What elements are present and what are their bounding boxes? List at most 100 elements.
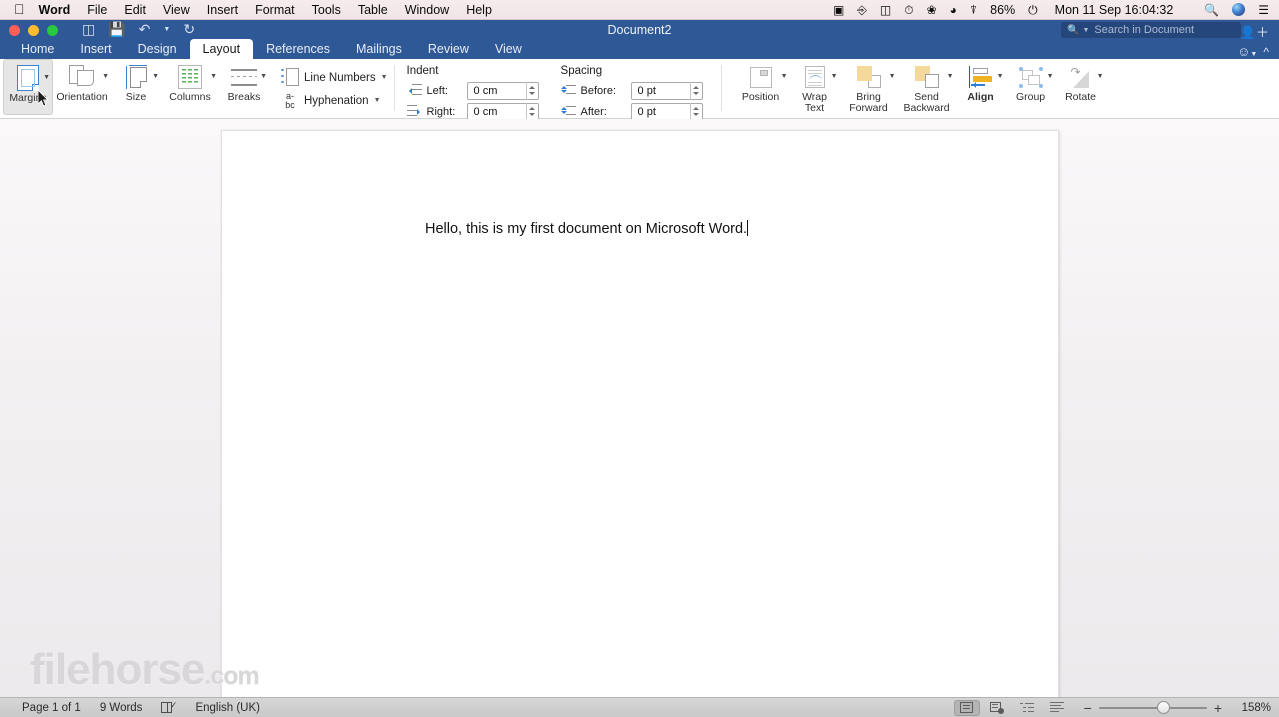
rotate-caret-icon[interactable]: ▼ — [1097, 73, 1104, 80]
spacing-before-value[interactable]: 0 pt — [632, 85, 690, 97]
tab-mailings[interactable]: Mailings — [343, 39, 415, 59]
zoom-out-button[interactable]: − — [1084, 701, 1092, 715]
indent-right-value[interactable]: 0 cm — [468, 106, 526, 118]
rotate-button[interactable]: ↷ Rotate ▼ — [1056, 59, 1106, 115]
hyphenation-caret-icon[interactable]: ▼ — [374, 97, 381, 104]
proofing-check-icon[interactable]: ✓ — [161, 700, 177, 714]
zoom-percentage[interactable]: 158% — [1233, 702, 1271, 714]
margins-caret-icon[interactable]: ▼ — [43, 74, 50, 81]
group-caret-icon[interactable]: ▼ — [1047, 73, 1054, 80]
line-numbers-button[interactable]: Line Numbers ▼ — [281, 67, 388, 88]
outline-view-button[interactable] — [1014, 700, 1040, 716]
zoom-slider[interactable] — [1098, 701, 1207, 715]
page-indicator[interactable]: Page 1 of 1 — [22, 702, 81, 714]
menu-item-tools[interactable]: Tools — [312, 3, 341, 17]
position-button[interactable]: Position ▼ — [732, 59, 790, 115]
search-input[interactable]: 🔍 ▼ Search in Document — [1061, 22, 1241, 38]
ribbon-group-indent: Indent Left: 0 cm Right: 0 cm — [401, 59, 539, 121]
group-button[interactable]: Group ▼ — [1006, 59, 1056, 115]
size-button[interactable]: Size ▼ — [111, 59, 161, 115]
tab-references[interactable]: References — [253, 39, 343, 59]
menu-item-word[interactable]: Word — [39, 3, 71, 17]
watermark-suffix: .com — [204, 662, 259, 690]
wifi-icon[interactable]: ◕ — [950, 4, 957, 16]
ribbon-group-page-setup: Margins ▼ Orientation ▼ Size ▼ Columns ▼… — [0, 59, 388, 118]
send-backward-button[interactable]: Send Backward ▼ — [898, 59, 956, 115]
tab-view[interactable]: View — [482, 39, 535, 59]
bring-forward-caret-icon[interactable]: ▼ — [889, 73, 896, 80]
menu-item-table[interactable]: Table — [358, 3, 388, 17]
document-page[interactable]: Hello, this is my first document on Micr… — [221, 130, 1059, 697]
menu-item-insert[interactable]: Insert — [207, 3, 238, 17]
search-dropdown-caret-icon[interactable]: ▼ — [1082, 27, 1089, 34]
draft-view-button[interactable] — [1044, 700, 1070, 716]
battery-charging-icon[interactable]: ⏻ — [1028, 4, 1038, 16]
indent-left-spinner-arrows[interactable] — [525, 81, 538, 100]
menu-item-window[interactable]: Window — [405, 3, 449, 17]
bluetooth-icon[interactable]: ❀ — [927, 4, 937, 16]
battery-percentage[interactable]: 86% — [990, 3, 1015, 17]
tab-review[interactable]: Review — [415, 39, 482, 59]
wrap-text-button[interactable]: Wrap Text ▼ — [790, 59, 840, 115]
document-canvas[interactable]: Hello, this is my first document on Micr… — [0, 119, 1279, 697]
indent-right-icon — [406, 105, 422, 118]
notification-center-icon[interactable]: ☰ — [1258, 4, 1269, 16]
accessibility-icon[interactable]: ⎆ — [857, 4, 867, 16]
columns-caret-icon[interactable]: ▼ — [210, 73, 217, 80]
display-icon[interactable]: ◫ — [880, 4, 891, 16]
spacing-after-value[interactable]: 0 pt — [632, 106, 690, 118]
zoom-in-button[interactable]: + — [1214, 701, 1222, 715]
size-caret-icon[interactable]: ▼ — [152, 73, 159, 80]
columns-button[interactable]: Columns ▼ — [161, 59, 219, 115]
word-application-window:  Word File Edit View Insert Format Tool… — [0, 0, 1279, 717]
bring-forward-icon — [856, 62, 881, 92]
airplay-icon[interactable]: ⍒ — [970, 4, 977, 16]
time-machine-icon[interactable]: ⏱ — [904, 4, 913, 16]
position-caret-icon[interactable]: ▼ — [781, 73, 788, 80]
menu-item-format[interactable]: Format — [255, 3, 295, 17]
apple-logo-icon[interactable]:  — [14, 2, 25, 16]
language-indicator[interactable]: English (UK) — [195, 702, 260, 714]
indent-panel: Indent Left: 0 cm Right: 0 cm — [401, 59, 539, 123]
bring-forward-button[interactable]: Bring Forward ▼ — [840, 59, 898, 115]
orientation-button[interactable]: Orientation ▼ — [53, 59, 111, 115]
menu-item-file[interactable]: File — [87, 3, 107, 17]
send-backward-caret-icon[interactable]: ▼ — [947, 73, 954, 80]
tab-home[interactable]: Home — [8, 39, 67, 59]
tab-insert[interactable]: Insert — [67, 39, 124, 59]
spacing-after-spinner-arrows[interactable] — [689, 102, 702, 121]
breaks-button[interactable]: Breaks ▼ — [219, 59, 269, 115]
print-layout-view-button[interactable] — [953, 699, 980, 716]
menu-item-view[interactable]: View — [163, 3, 190, 17]
tab-layout[interactable]: Layout — [189, 39, 254, 59]
spacing-after-stepper[interactable]: 0 pt — [630, 102, 703, 121]
indent-right-spinner-arrows[interactable] — [525, 102, 538, 121]
align-objects-icon — [968, 62, 993, 92]
orientation-caret-icon[interactable]: ▼ — [102, 73, 109, 80]
indent-left-value[interactable]: 0 cm — [468, 85, 526, 97]
indent-right-stepper[interactable]: 0 cm — [466, 102, 539, 121]
word-count[interactable]: 9 Words — [100, 702, 143, 714]
orientation-icon — [69, 62, 95, 92]
spotlight-search-icon[interactable]: 🔍 — [1204, 4, 1219, 16]
web-layout-view-button[interactable] — [984, 700, 1010, 716]
document-body-text[interactable]: Hello, this is my first document on Micr… — [425, 220, 749, 237]
menu-item-edit[interactable]: Edit — [124, 3, 146, 17]
hyphenation-button[interactable]: a‑ bc Hyphenation ▼ — [281, 90, 388, 111]
smiley-icon[interactable]: ☺︎▼ — [1237, 44, 1257, 59]
line-numbers-caret-icon[interactable]: ▼ — [381, 74, 388, 81]
screen-record-icon[interactable]: ▣ — [833, 4, 844, 16]
spacing-before-spinner-arrows[interactable] — [689, 81, 702, 100]
wrap-text-caret-icon[interactable]: ▼ — [831, 73, 838, 80]
siri-icon[interactable] — [1232, 3, 1246, 16]
tab-design[interactable]: Design — [125, 39, 190, 59]
chevron-up-icon[interactable]: ^ — [1263, 45, 1269, 59]
menu-item-help[interactable]: Help — [466, 3, 492, 17]
spacing-before-stepper[interactable]: 0 pt — [630, 81, 703, 100]
breaks-caret-icon[interactable]: ▼ — [260, 73, 267, 80]
zoom-slider-knob[interactable] — [1156, 701, 1170, 714]
align-objects-button[interactable]: Align ▼ — [956, 59, 1006, 115]
indent-left-stepper[interactable]: 0 cm — [466, 81, 539, 100]
menubar-clock[interactable]: Mon 11 Sep 16:04:32 — [1055, 3, 1174, 17]
align-objects-caret-icon[interactable]: ▼ — [997, 73, 1004, 80]
